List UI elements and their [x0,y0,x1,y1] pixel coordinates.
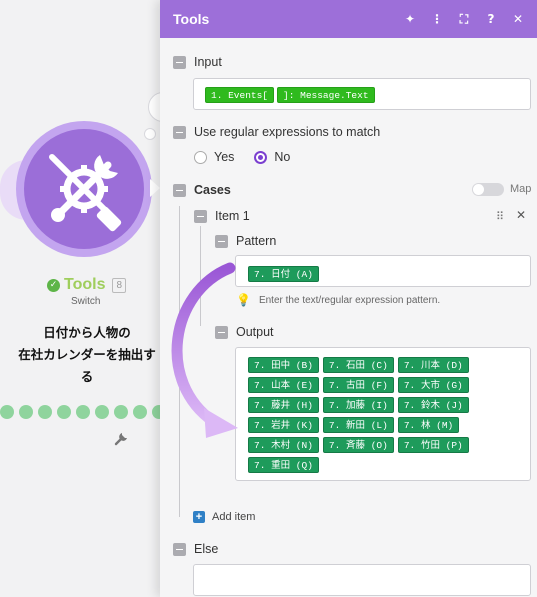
radio-yes-label[interactable]: Yes [214,150,234,164]
else-field[interactable] [193,564,531,596]
output-token[interactable]: 7. 新田 (L) [322,417,394,433]
lightbulb-icon: 💡 [236,293,251,307]
drag-handle-icon[interactable]: ⠿ [496,210,504,223]
header-actions: ✦ ⋮ ⛶ ? ✕ [404,12,524,26]
regex-radio-group: Yes No [194,150,290,164]
pattern-token[interactable]: 7. 日付 (A) [248,266,319,282]
output-token[interactable]: 7. 重田 (Q) [248,457,319,473]
output-token[interactable]: 7. 田中 (B) [248,357,319,373]
output-label-text: Output [236,325,274,339]
output-token[interactable]: 7. 藤井 (H) [248,397,319,413]
output-token[interactable]: 7. 岩井 (K) [248,417,319,433]
add-item-button[interactable]: + Add item [193,511,255,523]
output-token[interactable]: 7. 竹田 (P) [397,437,469,453]
route-dot [38,405,52,419]
add-item-label: Add item [212,511,256,523]
route-settings-wrench-icon[interactable] [114,432,128,446]
output-token[interactable]: 7. 鈴木 (J) [397,397,469,413]
collapse-toggle-icon[interactable] [173,542,186,556]
check-icon: ✓ [47,278,60,292]
collapse-toggle-icon[interactable] [173,55,186,69]
close-icon[interactable]: ✕ [512,12,524,26]
module-selection-pointer [150,179,160,197]
collapse-toggle-icon[interactable] [215,234,228,248]
route-dot [0,405,14,419]
route-dot [76,405,90,419]
input-token[interactable]: 1. Events[ [205,87,275,103]
tools-module-icon-wrap[interactable] [24,129,144,249]
plus-icon: + [193,511,205,523]
output-token[interactable]: 7. 斉藤 (O) [322,437,394,453]
output-token[interactable]: 7. 古田 (F) [322,377,394,393]
panel-title: Tools [173,11,210,27]
output-token[interactable]: 7. 山本 (E) [248,377,319,393]
input-field[interactable]: 1. Events[ ]: Message.Text [193,78,531,110]
tree-line [200,226,201,326]
callout-line-1: 日付から人物の [43,325,131,340]
output-token[interactable]: 7. 木村 (N) [248,437,319,453]
regex-field-label[interactable]: Use regular expressions to match [173,125,380,139]
collapse-toggle-icon[interactable] [215,325,228,339]
collapse-toggle-icon[interactable] [173,125,186,139]
module-subtitle: Switch [71,296,101,307]
sparkle-icon[interactable]: ✦ [404,12,416,26]
radio-yes[interactable] [194,150,207,164]
input-label-text: Input [194,55,222,69]
wrench-screwdriver-gear-icon [49,154,122,232]
pattern-token-row: 7. 日付 (A) [248,264,319,282]
pattern-label-text: Pattern [236,234,277,248]
expand-icon[interactable]: ⛶ [458,12,470,26]
connector-bubble-small [144,128,156,140]
case-item-label[interactable]: Item 1 [194,209,250,223]
output-token[interactable]: 7. 大市 (G) [397,377,469,393]
output-field-label[interactable]: Output [215,325,274,339]
more-vertical-icon[interactable]: ⋮ [431,12,443,26]
else-label-text: Else [194,542,219,556]
collapse-toggle-icon[interactable] [173,183,186,197]
help-icon[interactable]: ? [485,12,497,26]
else-field-label[interactable]: Else [173,542,218,556]
callout-line-2: 在社カレンダーを抽出する [18,347,156,384]
route-dot [57,405,71,419]
input-token[interactable]: ]: Message.Text [277,87,375,103]
item-label-text: Item 1 [215,209,250,223]
output-token[interactable]: 7. 加藤 (I) [322,397,394,413]
annotation-callout: 日付から人物の 在社カレンダーを抽出する [14,322,160,388]
input-token-row: 1. Events[ ]: Message.Text [205,87,375,103]
output-token-list: 7. 田中 (B) 7. 石田 (C) 7. 川本 (D) 7. 山本 (E) 7. 古… [248,357,488,473]
scenario-canvas[interactable]: ✓ Tools 8 Switch 日付から人物の 在社カレンダーを抽出する [0,0,204,597]
map-toggle-label: Map [510,183,532,195]
cases-field-label[interactable]: Cases [173,183,231,197]
output-token[interactable]: 7. 川本 (D) [397,357,469,373]
pattern-field-label[interactable]: Pattern [215,234,276,248]
route-dot [114,405,128,419]
output-token[interactable]: 7. 林 (M) [397,417,460,433]
radio-no-label[interactable]: No [274,150,290,164]
map-toggle[interactable] [472,183,504,196]
collapse-toggle-icon[interactable] [194,209,207,223]
tree-line [179,206,180,517]
route-dot [133,405,147,419]
cases-label-text: Cases [194,183,231,197]
regex-label-text: Use regular expressions to match [194,125,381,139]
pattern-hint-text: Enter the text/regular expression patter… [258,294,441,306]
route-dot [95,405,109,419]
radio-no[interactable] [254,150,268,164]
pattern-field[interactable]: 7. 日付 (A) [235,255,531,287]
remove-item-icon[interactable]: ✕ [516,208,526,222]
module-name: Tools [64,276,106,293]
module-title-row: ✓ Tools 8 [47,276,127,294]
input-field-label[interactable]: Input [173,55,222,69]
panel-header: Tools ✦ ⋮ ⛶ ? ✕ [160,0,537,38]
module-id-badge: 8 [112,277,127,293]
route-dot [19,405,33,419]
output-token[interactable]: 7. 石田 (C) [322,357,394,373]
pattern-hint: 💡 Enter the text/regular expression patt… [236,293,440,307]
